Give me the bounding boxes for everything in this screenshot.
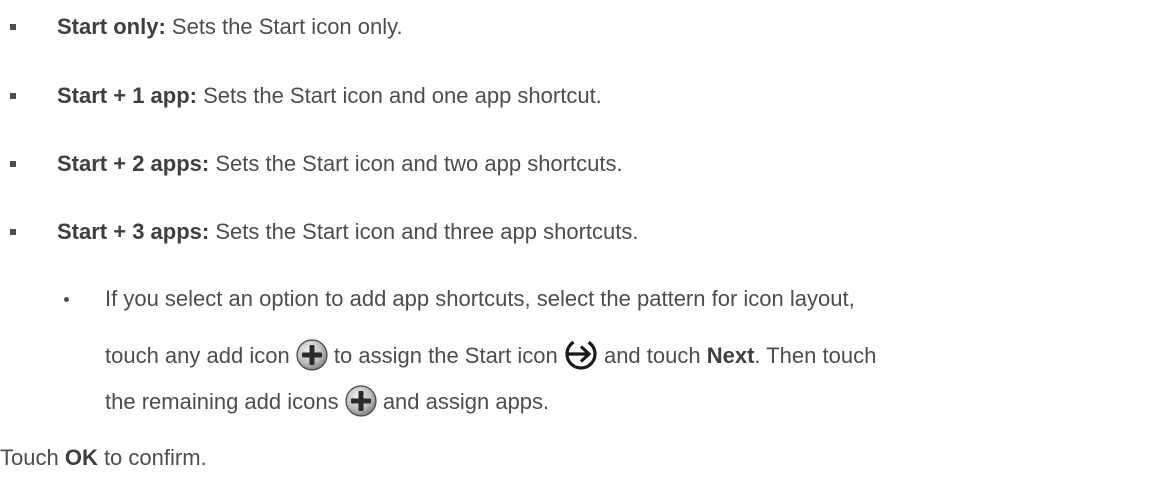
confirm-text: Touch: [0, 445, 65, 470]
sub-bullet-text: touch any add icon: [105, 343, 296, 368]
add-icon: [296, 339, 328, 371]
option-start-only: Start only: Sets the Start icon only.: [57, 14, 403, 40]
option-lead: Start + 1 app:: [57, 83, 197, 108]
square-bullet: [10, 229, 16, 235]
option-text: Sets the Start icon and one app shortcut…: [196, 83, 602, 108]
option-start-2-apps: Start + 2 apps: Sets the Start icon and …: [57, 151, 623, 177]
sub-bullet-text: If you select an option to add app short…: [105, 286, 855, 311]
sub-bullet-text: the remaining add icons: [105, 389, 345, 414]
start-arrow-icon: [564, 337, 598, 371]
square-bullet: [10, 93, 16, 99]
option-text: Sets the Start icon only.: [165, 14, 403, 39]
option-lead: Start + 3 apps:: [57, 219, 210, 244]
confirm-line: Touch OK to confirm.: [0, 445, 207, 471]
option-start-1-app: Start + 1 app: Sets the Start icon and o…: [57, 83, 602, 109]
add-icon: [345, 385, 377, 417]
option-lead: Start only:: [57, 14, 166, 39]
ok-keyword: OK: [64, 445, 98, 470]
round-bullet: [64, 297, 69, 302]
option-text: Sets the Start icon and two app shortcut…: [209, 151, 623, 176]
sub-bullet-line-2: touch any add icon to assign the Start i…: [105, 337, 877, 374]
sub-bullet-line-3: the remaining add icons and assign apps.: [105, 385, 549, 419]
option-lead: Start + 2 apps:: [57, 151, 210, 176]
sub-bullet-text: to assign the Start icon: [327, 343, 564, 368]
sub-bullet-line-1: If you select an option to add app short…: [105, 286, 855, 312]
sub-bullet-text: and assign apps.: [376, 389, 550, 414]
confirm-text: to confirm.: [97, 445, 207, 470]
square-bullet: [10, 24, 16, 30]
option-start-3-apps: Start + 3 apps: Sets the Start icon and …: [57, 219, 638, 245]
option-text: Sets the Start icon and three app shortc…: [209, 219, 639, 244]
instruction-page: Start only: Sets the Start icon only. St…: [0, 0, 1155, 478]
square-bullet: [10, 161, 16, 167]
sub-bullet-text: and touch: [597, 343, 707, 368]
next-keyword: Next: [706, 343, 755, 368]
sub-bullet-text: . Then touch: [754, 343, 877, 368]
